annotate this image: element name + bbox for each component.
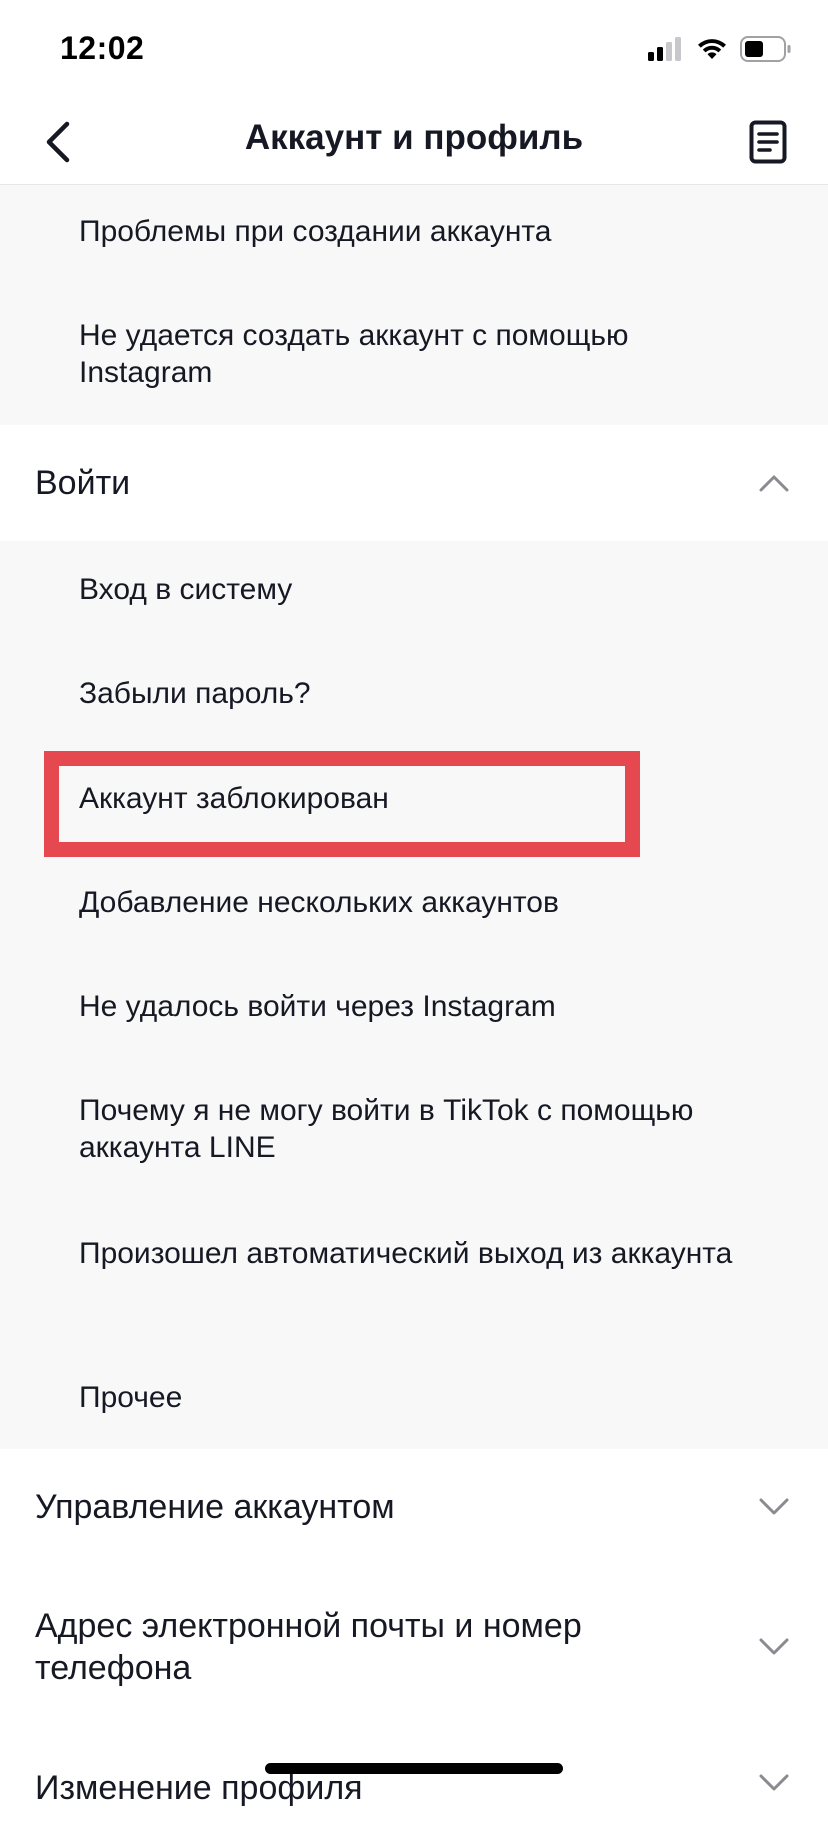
faq-item-line-login[interactable]: Почему я не могу войти в TikTok с помощь… xyxy=(0,1092,828,1166)
faq-item-sign-in[interactable]: Вход в систему xyxy=(0,571,372,608)
faq-item-instagram-create[interactable]: Не удается создать аккаунт с помощью Ins… xyxy=(0,317,828,391)
faq-item-label: Добавление нескольких аккаунтов xyxy=(79,886,559,919)
section-email-phone[interactable]: Адрес электронной почты и номер телефона xyxy=(0,1565,828,1729)
login-subgroup: Вход в систему Забыли пароль? Аккаунт за… xyxy=(0,541,828,1449)
chevron-down-icon xyxy=(759,1498,789,1515)
faq-item-label: Прочее xyxy=(79,1381,183,1414)
faq-item-label: Проблемы при создании аккаунта xyxy=(79,215,552,248)
faq-item-instagram-login[interactable]: Не удалось войти через Instagram xyxy=(0,988,636,1025)
faq-item-other[interactable]: Прочее xyxy=(0,1379,262,1416)
chevron-down-icon xyxy=(759,1638,789,1655)
section-label: Войти xyxy=(35,464,131,502)
faq-item-label: Почему я не могу войти в TikTok с помощь… xyxy=(79,1094,694,1164)
section-account-management[interactable]: Управление аккаунтом xyxy=(0,1449,828,1565)
wifi-icon xyxy=(698,39,726,59)
home-indicator xyxy=(265,1763,563,1774)
section-label: Управление аккаунтом xyxy=(35,1488,395,1526)
section-edit-profile[interactable]: Изменение профиля xyxy=(0,1729,828,1839)
status-icons xyxy=(648,36,792,62)
document-button[interactable] xyxy=(738,112,798,172)
faq-item-creation-problems[interactable]: Проблемы при создании аккаунта xyxy=(0,213,632,250)
faq-item-label: Аккаунт заблокирован xyxy=(79,782,389,815)
faq-item-auto-logout[interactable]: Произошел автоматический выход из аккаун… xyxy=(0,1235,812,1272)
faq-item-label: Вход в систему xyxy=(79,573,293,606)
document-icon xyxy=(749,120,787,164)
status-time: 12:02 xyxy=(60,30,145,66)
faq-item-label: Забыли пароль? xyxy=(79,677,311,710)
chevron-down-icon xyxy=(759,1774,789,1791)
faq-item-account-banned[interactable]: Аккаунт заблокирован xyxy=(0,780,469,817)
status-bar: 12:02 xyxy=(0,0,828,100)
navigation-header: Аккаунт и профиль xyxy=(0,100,828,185)
faq-item-label: Произошел автоматический выход из аккаун… xyxy=(79,1237,733,1270)
section-login[interactable]: Войти xyxy=(0,425,828,541)
battery-icon xyxy=(740,36,791,62)
faq-item-forgot-password[interactable]: Забыли пароль? xyxy=(0,675,391,712)
page-title: Аккаунт и профиль xyxy=(244,118,584,157)
faq-list: Проблемы при создании аккаунта Не удаетс… xyxy=(0,185,828,1839)
faq-item-multiple-accounts[interactable]: Добавление нескольких аккаунтов xyxy=(0,884,639,921)
faq-item-label: Не удалось войти через Instagram xyxy=(79,990,556,1023)
chevron-up-icon xyxy=(759,475,789,492)
faq-item-label: Не удается создать аккаунт с помощью Ins… xyxy=(79,319,629,389)
account-creation-subgroup: Проблемы при создании аккаунта Не удаетс… xyxy=(0,185,828,425)
section-label: Адрес электронной почты и номер телефона xyxy=(35,1607,582,1687)
cellular-signal-icon xyxy=(648,37,681,61)
